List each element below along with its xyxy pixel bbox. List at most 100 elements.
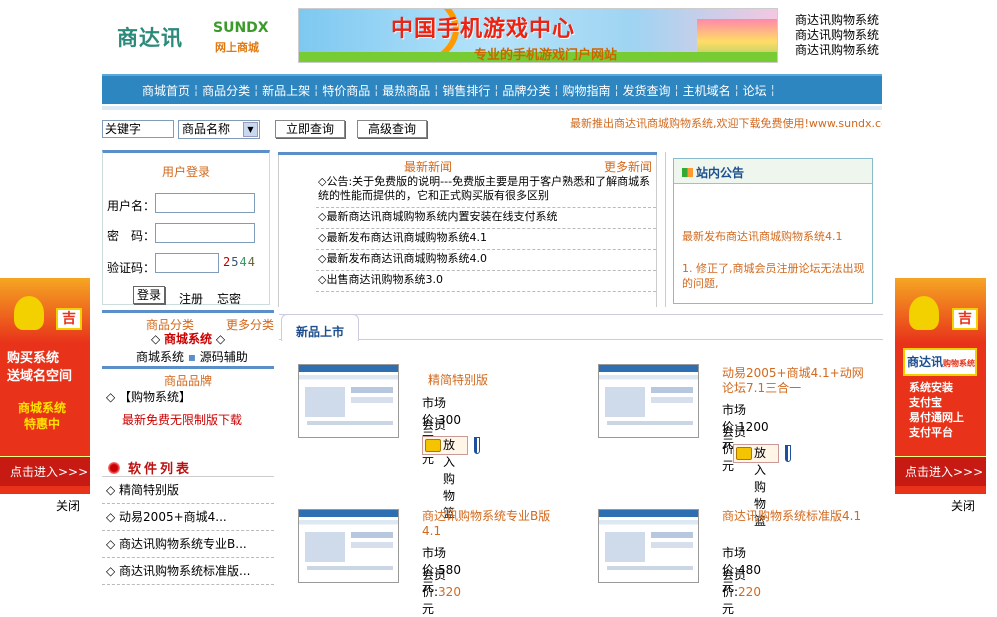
announcement-line[interactable]: 1. 修正了,商城会员注册论坛无法出现的问题, <box>682 261 867 291</box>
main-nav: 商城首页 ¦ 商品分类 ¦ 新品上架 ¦ 特价商品 ¦ 最热商品 ¦ 销售排行 ¦ 品牌分类… <box>102 74 882 104</box>
brand-link[interactable]: 【购物系统】 <box>119 390 191 404</box>
software-item[interactable]: ◇ 精简特别版 <box>102 477 274 504</box>
nav-shipping[interactable]: 发货查询 <box>623 82 671 99</box>
bell-icon <box>14 296 44 330</box>
nav-home[interactable]: 商城首页 <box>142 82 190 99</box>
diamond-icon: ◇ <box>106 390 120 404</box>
nav-forum[interactable]: 论坛 <box>743 82 767 99</box>
site-logo[interactable]: 商达讯 SUNDX 网上商城 <box>115 18 295 58</box>
add-to-cart-button[interactable]: 放入购物篮 <box>733 444 780 528</box>
password-input[interactable] <box>155 223 255 243</box>
news-item[interactable]: ◇出售商达讯购物系统3.0 <box>316 271 656 292</box>
username-input[interactable] <box>155 193 255 213</box>
forgot-password-link[interactable]: 忘密 <box>217 290 241 307</box>
top-banner[interactable]: 中国手机游戏中心 专业的手机游戏门户网站 <box>298 8 778 63</box>
news-item[interactable]: ◇最新发布商达讯商城购物系统4.0 <box>316 250 656 271</box>
more-categories-link[interactable]: 更多分类 <box>226 316 274 333</box>
product-name[interactable]: 商达讯购物系统标准版4.1 <box>722 509 862 524</box>
product-name[interactable]: 商达讯购物系统专业B版4.1 <box>422 509 562 539</box>
captcha-image: 2544 <box>223 255 256 269</box>
software-link[interactable]: 动易2005+商城4... <box>119 510 227 524</box>
software-item[interactable]: ◇ 商达讯购物系统标准版... <box>102 558 274 585</box>
login-title: 用户登录 <box>161 165 210 179</box>
product-thumbnail[interactable] <box>598 509 699 583</box>
nav-guide[interactable]: 购物指南 <box>562 82 610 99</box>
new-products-tab[interactable]: 新品上市 <box>281 314 360 341</box>
password-label: 密 码： <box>107 229 156 243</box>
nav-special[interactable]: 特价商品 <box>322 82 370 99</box>
right-floating-ad[interactable]: 吉 商达讯购物系统 系统安装 支付宝 易付通网上 支付平台 点击进入>>> <box>895 278 986 494</box>
nav-separator: ¦ <box>374 83 379 97</box>
username-label: 用户名： <box>107 199 156 213</box>
diamond-icon: ◇ <box>106 510 120 524</box>
add-to-cart-label: 放入购物篮 <box>443 438 456 520</box>
product-thumbnail[interactable] <box>598 364 699 438</box>
nav-brands[interactable]: 品牌分类 <box>502 82 550 99</box>
software-item[interactable]: ◇ 商达讯购物系统专业B... <box>102 531 274 558</box>
more-news-link[interactable]: 更多新闻 <box>604 158 652 175</box>
nav-new[interactable]: 新品上架 <box>262 82 310 99</box>
top-link[interactable]: 商达讯购物系统 <box>795 43 890 58</box>
price-unit: 元 <box>422 602 435 616</box>
software-link[interactable]: 商达讯购物系统标准版... <box>119 564 250 578</box>
category-header: 商品分类 更多分类 <box>102 310 274 333</box>
left-sidebar: 商品分类 更多分类 ◇ 商城系统 ◇ 商城系统 ▪ 源码辅助 商品品牌 ◇ 【购… <box>102 310 274 587</box>
news-item[interactable]: ◇公告:关于免费版的说明---免费版主要是用于客户熟悉和了解商城系统的性能而提供… <box>316 173 656 208</box>
nav-separator: ¦ <box>314 83 319 97</box>
logo-text: 商达讯 <box>117 26 183 50</box>
close-left-ad[interactable]: 关闭 <box>56 497 80 514</box>
captcha-input[interactable] <box>155 253 219 273</box>
login-button[interactable]: 登录 <box>133 286 166 304</box>
product-name[interactable]: 动易2005+商城4.1+动网论坛7.1三合一 <box>722 366 867 396</box>
nav-hot[interactable]: 最热商品 <box>382 82 430 99</box>
captcha-char: 4 <box>239 255 248 269</box>
login-panel: 用户登录 用户名： 密 码： 验证码： 2544 登录 注册 忘密 <box>102 150 270 307</box>
nav-ranking[interactable]: 销售排行 <box>442 82 490 99</box>
member-price: 会员价:220元 <box>722 566 761 617</box>
add-to-cart: 放入购物篮 <box>733 444 792 528</box>
add-to-cart-button[interactable]: 放入购物篮 <box>422 436 469 520</box>
ad-enter-link[interactable]: 点击进入>>> <box>0 456 90 486</box>
news-item[interactable]: ◇最新发布商达讯商城购物系统4.1 <box>316 229 656 250</box>
announcement-line[interactable]: 最新发布商达讯商城购物系统4.1 <box>682 228 843 244</box>
register-link[interactable]: 注册 <box>179 290 203 307</box>
category-link[interactable]: 源码辅助 <box>200 350 248 364</box>
shield-icon[interactable] <box>474 437 481 454</box>
shield-icon[interactable] <box>785 445 792 462</box>
news-panel: 最新新闻 更多新闻 ◇公告:关于免费版的说明---免费版主要是用于客户熟悉和了解… <box>278 152 657 307</box>
category-select[interactable]: 商品名称 ▼ <box>178 119 260 139</box>
software-item[interactable]: ◇ 动易2005+商城4... <box>102 504 274 531</box>
nav-domain[interactable]: 主机域名 <box>683 82 731 99</box>
category-select-value: 商品名称 <box>182 121 231 136</box>
top-link[interactable]: 商达讯购物系统 <box>795 28 890 43</box>
keyword-input[interactable]: 关键字 <box>102 120 174 138</box>
brand-item[interactable]: ◇ 【购物系统】 <box>102 386 274 408</box>
category-group-link[interactable]: 商城系统 <box>164 332 212 346</box>
member-price: 会员价:320元 <box>422 566 461 617</box>
software-link[interactable]: 商达讯购物系统专业B... <box>119 537 247 551</box>
ad-line: 购买系统 <box>7 351 60 366</box>
top-link[interactable]: 商达讯购物系统 <box>795 13 890 28</box>
scrolling-notice[interactable]: 最新推出商达讯商城购物系统,欢迎下载免费使用!www.sundx.com <box>570 115 882 131</box>
product-thumbnail[interactable] <box>298 364 399 438</box>
left-floating-ad[interactable]: 吉 购买系统 送域名空间 商城系统 特惠中 点击进入>>> <box>0 278 90 494</box>
nav-categories[interactable]: 商品分类 <box>202 82 250 99</box>
software-link[interactable]: 精简特别版 <box>119 483 179 497</box>
nav-separator: ¦ <box>254 83 259 97</box>
ad-enter-link[interactable]: 点击进入>>> <box>895 456 986 486</box>
free-download-link[interactable]: 最新免费无限制版下载 <box>102 408 274 432</box>
search-button[interactable]: 立即查询 <box>275 120 346 138</box>
category-link[interactable]: 商城系统 <box>136 350 184 364</box>
chevron-down-icon[interactable]: ▼ <box>243 121 258 137</box>
advanced-search-button[interactable]: 高级查询 <box>357 120 428 138</box>
price-unit: 元 <box>722 602 735 616</box>
news-item[interactable]: ◇最新商达讯商城购物系统内置安装在线支付系统 <box>316 208 656 229</box>
ad-line: 系统安装 <box>909 381 953 394</box>
close-right-ad[interactable]: 关闭 <box>951 497 975 514</box>
ad-line: 送域名空间 <box>7 369 73 384</box>
product-thumbnail[interactable] <box>298 509 399 583</box>
product-name[interactable]: 精简特别版 <box>428 373 598 388</box>
category-subitems: 商城系统 ▪ 源码辅助 <box>102 348 274 366</box>
diamond-icon: ◇ <box>150 332 164 346</box>
news-title: 最新新闻 <box>404 160 453 174</box>
